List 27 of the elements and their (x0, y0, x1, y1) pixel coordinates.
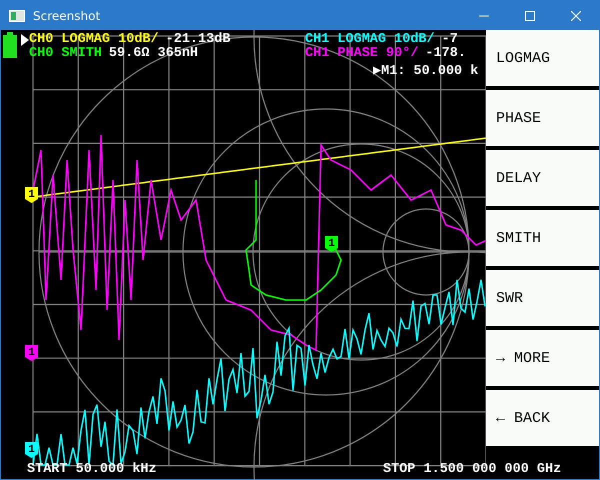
channel-value: -7 (442, 32, 458, 47)
stop-frequency: STOP 1.500 000 000 GHz (383, 462, 562, 477)
channel-value: -21.13dB (166, 32, 230, 47)
marker-flag: 1 (25, 345, 38, 361)
channel-label: CH0 SMITH (29, 46, 102, 61)
channel-value: 59.6Ω 365nH (108, 46, 198, 61)
marker-flag: 1 (25, 187, 38, 203)
menu-button[interactable]: DELAY (486, 150, 599, 206)
menu-button[interactable]: PHASE (486, 90, 599, 146)
channel-label: CH1 PHASE 90°/ (305, 46, 418, 61)
menu-button[interactable]: SWR (486, 270, 599, 326)
window-title: Screenshot (33, 8, 102, 22)
channel-label: CH1 LOGMAG 10dB/ (305, 32, 435, 47)
menu-button[interactable]: LOGMAG (486, 30, 599, 86)
app-icon (9, 10, 25, 22)
marker-flag: 1 (325, 236, 338, 252)
start-frequency: START 50.000 kHz (27, 462, 157, 477)
menu-button[interactable]: → MORE (486, 330, 599, 386)
menu-button[interactable]: ← BACK (486, 390, 599, 446)
marker-flag: 1 (25, 442, 38, 458)
channel-value: -178. (425, 46, 466, 61)
battery-icon (3, 32, 17, 58)
channel-label: CH0 LOGMAG 10dB/ (29, 32, 159, 47)
maximize-icon (525, 10, 535, 20)
marker-readout: ▶M1: 50.000 k (373, 63, 478, 79)
close-icon (571, 10, 581, 20)
menu-button[interactable]: SMITH (486, 210, 599, 266)
